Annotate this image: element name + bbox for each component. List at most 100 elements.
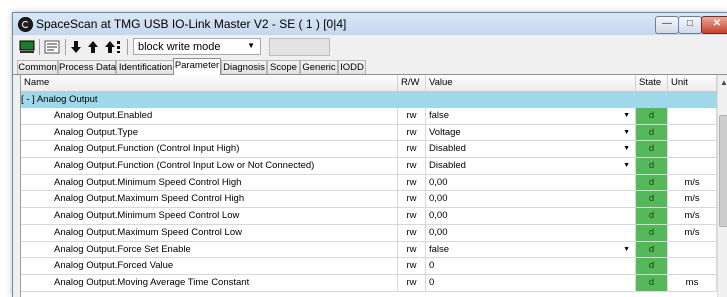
column-header-name[interactable]: Name	[21, 75, 398, 91]
chevron-down-icon[interactable]: ▼	[623, 242, 630, 257]
parameter-state: d	[636, 208, 668, 224]
parameter-state: d	[636, 258, 668, 274]
column-header-unit[interactable]: Unit	[668, 75, 717, 91]
parameter-state: d	[636, 274, 668, 291]
parameter-name: Analog Output.Minimum Speed Control Low	[21, 208, 398, 224]
parameter-state: d	[636, 158, 668, 174]
parameter-state: d	[636, 174, 668, 191]
arrow-up-icon[interactable]	[86, 38, 100, 56]
parameter-access: rw	[398, 241, 426, 258]
table-row[interactable]: Analog Output.Function (Control Input Lo…	[21, 158, 717, 175]
tab-iodd[interactable]: IODD	[338, 60, 366, 74]
column-header-state[interactable]: State	[636, 75, 668, 91]
parameter-value[interactable]: false ▼	[426, 108, 636, 124]
vertical-scrollbar[interactable]: ▲	[717, 75, 727, 297]
parameter-value[interactable]: 0	[426, 274, 636, 291]
parameter-unit: m/s	[668, 208, 717, 224]
parameter-value[interactable]: Disabled ▼	[426, 141, 636, 158]
tab-bar: Common Process Data Identification Param…	[13, 58, 727, 75]
column-header-value[interactable]: Value	[426, 75, 636, 91]
parameter-name: Analog Output.Type	[21, 124, 398, 141]
toolbar: block write mode ▼	[13, 36, 727, 58]
parameter-unit	[668, 108, 717, 124]
table-row[interactable]: Analog Output.Type rw Voltage ▼ d	[21, 124, 717, 142]
parameter-unit	[668, 258, 717, 274]
tab-generic[interactable]: Generic	[300, 60, 338, 74]
parameter-value[interactable]: 0	[426, 258, 636, 274]
table-row[interactable]: Analog Output.Minimum Speed Control Low r…	[21, 208, 717, 225]
chevron-down-icon[interactable]: ▼	[623, 158, 630, 173]
tab-scope[interactable]: Scope	[267, 60, 300, 74]
parameter-unit: ms	[668, 274, 717, 291]
parameter-value[interactable]: 0,00	[426, 174, 636, 191]
parameter-value[interactable]: Voltage ▼	[426, 124, 636, 141]
parameter-unit	[668, 124, 717, 141]
parameter-state: d	[636, 191, 668, 208]
maximize-button[interactable]: □	[678, 16, 702, 34]
parameter-value[interactable]: 0,00	[426, 191, 636, 208]
tab-process-data[interactable]: Process Data	[58, 60, 116, 74]
chevron-down-icon: ▼	[247, 41, 255, 50]
tab-parameter[interactable]: Parameter	[173, 58, 221, 75]
parameter-name: Analog Output.Force Set Enable	[21, 241, 398, 258]
parameter-state: d	[636, 224, 668, 241]
parameter-name: Analog Output.Maximum Speed Control High	[21, 191, 398, 208]
minimize-button[interactable]: —	[655, 16, 679, 34]
app-window: SpaceScan at TMG USB IO-Link Master V2 -…	[12, 12, 727, 297]
parameter-name: Analog Output.Enabled	[21, 108, 398, 124]
parameter-name: Analog Output.Moving Average Time Consta…	[21, 274, 398, 291]
parameter-access: rw	[398, 108, 426, 124]
table-row[interactable]: Analog Output.Function (Control Input Hi…	[21, 141, 717, 159]
parameter-access: rw	[398, 191, 426, 208]
monitor-icon[interactable]	[18, 38, 36, 56]
tab-identification[interactable]: Identification	[116, 60, 175, 74]
arrow-up-all-icon[interactable]	[103, 38, 123, 56]
write-mode-select[interactable]: block write mode ▼	[133, 38, 261, 55]
list-icon[interactable]	[43, 38, 61, 56]
parameter-access: rw	[398, 208, 426, 224]
parameter-value[interactable]: Disabled ▼	[426, 158, 636, 174]
parameter-access: rw	[398, 258, 426, 274]
parameter-value[interactable]: 0,00	[426, 208, 636, 224]
tab-common[interactable]: Common	[17, 60, 58, 74]
parameter-name: Analog Output.Function (Control Input Hi…	[21, 141, 398, 158]
chevron-down-icon[interactable]: ▼	[623, 125, 630, 140]
write-mode-value: block write mode	[138, 41, 221, 53]
parameter-name: Analog Output.Minimum Speed Control High	[21, 174, 398, 191]
parameter-unit: m/s	[668, 174, 717, 191]
parameter-unit: m/s	[668, 191, 717, 208]
parameter-unit	[668, 158, 717, 174]
parameter-state: d	[636, 241, 668, 258]
parameter-access: rw	[398, 174, 426, 191]
table-row[interactable]: Analog Output.Forced Value rw 0 d	[21, 258, 717, 275]
chevron-down-icon[interactable]: ▼	[623, 141, 630, 156]
parameter-name: Analog Output.Maximum Speed Control Low	[21, 224, 398, 241]
table-row[interactable]: Analog Output.Enabled rw false ▼ d	[21, 108, 717, 125]
window-title: SpaceScan at TMG USB IO-Link Master V2 -…	[36, 17, 347, 31]
parameter-state: d	[636, 124, 668, 141]
parameter-unit: m/s	[668, 224, 717, 241]
parameter-name: Analog Output.Function (Control Input Lo…	[21, 158, 398, 174]
parameter-access: rw	[398, 124, 426, 141]
column-header-rw[interactable]: R/W	[398, 75, 426, 91]
parameter-state: d	[636, 141, 668, 158]
table-row[interactable]: Analog Output.Maximum Speed Control Low r…	[21, 224, 717, 242]
parameter-state: d	[636, 108, 668, 124]
close-button[interactable]: ✕	[701, 16, 727, 34]
parameter-access: rw	[398, 224, 426, 241]
table-row[interactable]: Analog Output.Maximum Speed Control High…	[21, 191, 717, 209]
table-row[interactable]: Analog Output.Moving Average Time Consta…	[21, 274, 717, 292]
scrollbar-thumb[interactable]	[719, 115, 727, 227]
arrow-down-icon[interactable]	[69, 38, 83, 56]
table-rows: Analog Output.Enabled rw false ▼ d Analog Out…	[21, 108, 717, 292]
group-row-analog-output[interactable]: [ - ] Analog Output	[21, 92, 717, 108]
tab-diagnosis[interactable]: Diagnosis	[221, 60, 267, 74]
scroll-up-icon[interactable]: ▲	[720, 78, 727, 87]
parameter-value[interactable]: 0,00	[426, 224, 636, 241]
parameter-value[interactable]: false ▼	[426, 241, 636, 258]
table-row[interactable]: Analog Output.Minimum Speed Control High…	[21, 174, 717, 192]
table-row[interactable]: Analog Output.Force Set Enable rw false ▼ d	[21, 241, 717, 259]
chevron-down-icon[interactable]: ▼	[623, 108, 630, 123]
parameter-access: rw	[398, 141, 426, 158]
parameter-access: rw	[398, 158, 426, 174]
